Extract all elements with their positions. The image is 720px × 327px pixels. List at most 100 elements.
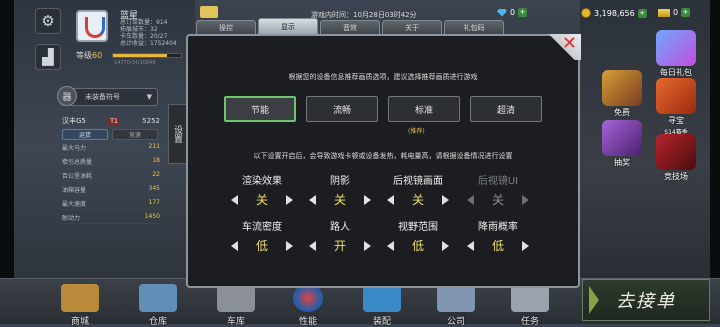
coin-resource: 3,198,656 + [581, 8, 647, 18]
level-text: 等级 [76, 51, 92, 60]
coin-value: 3,198,656 [594, 8, 635, 18]
nav-label: 仓库 [148, 317, 167, 327]
arrow-left-icon[interactable] [309, 194, 316, 205]
arrow-right-icon[interactable] [442, 240, 449, 251]
treasure-label: 寻宝 [668, 116, 684, 125]
performance-warning: 以下设置开启后，会导致游戏卡顿或设备发热，耗电量高，请根据设备情况进行设置 [253, 152, 513, 160]
level-label: 等级60 [76, 50, 102, 61]
nav-warehouse[interactable]: 仓库 [128, 284, 188, 327]
xp-bar [112, 53, 182, 58]
option-name: 后视镜UI [477, 176, 519, 187]
arrow-right-icon[interactable] [442, 194, 449, 205]
close-icon: ✕ [561, 33, 577, 54]
nav-shop[interactable]: 商城 [50, 284, 110, 327]
lottery-button[interactable]: 抽奖 [598, 120, 646, 168]
truck-tabs: 运货 竞速 [62, 129, 160, 140]
arrow-right-icon[interactable] [286, 240, 293, 251]
truck-stat-value: 1450 [144, 213, 160, 220]
tab-display[interactable]: 显示 [258, 18, 318, 34]
chevron-down-icon: ▼ [146, 93, 152, 101]
assembly-icon [363, 284, 401, 312]
gear-icon: ⚙ [41, 12, 55, 30]
option-name: 降雨概率 [478, 222, 518, 233]
tab-gift-code[interactable]: 礼包码 [444, 20, 504, 34]
settings-tabs: 操控 显示 音效 关于 礼包码 [196, 18, 504, 34]
arrow-left-icon[interactable] [231, 194, 238, 205]
arrow-right-icon[interactable] [286, 194, 293, 205]
arrow-right-icon[interactable] [364, 194, 371, 205]
truck-stat-value: 211 [148, 143, 160, 150]
treasure-chest-icon [656, 78, 696, 114]
nav-label: 商城 [70, 317, 89, 327]
option-value: 关 [491, 193, 504, 207]
arrow-right-icon[interactable] [522, 240, 529, 251]
truck-stat-value: 22 [152, 171, 160, 178]
arrow-right-icon [522, 194, 529, 205]
tab-sound[interactable]: 音效 [320, 20, 380, 34]
avatar[interactable] [76, 10, 108, 42]
add-gem-button[interactable]: + [518, 8, 528, 17]
gift-icon [656, 30, 696, 66]
preset-standard[interactable]: 标准 [388, 96, 460, 122]
arrow-left-icon[interactable] [467, 240, 474, 251]
arrow-left-icon[interactable] [231, 240, 238, 251]
screen-edge-left [0, 0, 14, 324]
tab-about[interactable]: 关于 [382, 20, 442, 34]
nav-company[interactable]: 公司 [426, 284, 486, 327]
nav-performance[interactable]: 性能 [278, 284, 338, 327]
arena-label: 竞技场 [664, 172, 688, 181]
quality-hint: 根据您的设备信息推荐画质选项，建议选择推荐画质进行游戏 [288, 73, 478, 81]
tab-race[interactable]: 竞速 [112, 129, 158, 140]
truck-info-panel: 汉丰G5 T1 5252 运货 竞速 最大马力 211 牵引总质量 18 百公里油耗… [62, 116, 160, 242]
mail-icon[interactable] [200, 6, 218, 18]
rank-button[interactable]: ▟ [35, 44, 61, 70]
option-value: 关 [333, 193, 346, 207]
treasure-button[interactable]: 寻宝 S14赛季 [652, 78, 700, 136]
go-order-button[interactable]: 去接单 [582, 279, 710, 321]
tab-controls[interactable]: 操控 [196, 20, 256, 34]
xp-text: 14770/34/10848 [114, 60, 156, 66]
arrow-left-icon[interactable] [387, 194, 394, 205]
preset-ultra[interactable]: 超清 [470, 96, 542, 122]
truck-stat-row: 最大马力 211 [62, 143, 160, 154]
option-value: 开 [333, 239, 346, 253]
screen-edge-right [710, 0, 720, 324]
preset-smooth[interactable]: 流畅 [306, 96, 378, 122]
truck-header: 汉丰G5 T1 5252 [62, 116, 160, 126]
shop-basket-icon [61, 284, 99, 312]
add-coin-button[interactable]: + [637, 8, 647, 18]
nav-garage[interactable]: 车库 [206, 284, 266, 327]
level-value: 60 [92, 51, 103, 60]
game-time: 游戏内时间：10月28日03时42分 [311, 11, 417, 19]
truck-stat-label: 百公里油耗 [62, 173, 93, 180]
podium-icon: ▟ [42, 48, 54, 66]
arena-icon [656, 134, 696, 170]
add-gold-button[interactable]: + [681, 8, 691, 17]
truck-stat-label: 油箱容量 [62, 187, 87, 194]
truck-stat-value: 345 [148, 185, 160, 192]
daily-gift-button[interactable]: 每日礼包 [652, 30, 700, 78]
free-button[interactable]: 免费 [598, 70, 646, 118]
arrow-left-icon[interactable] [309, 240, 316, 251]
truck-stat-row: 牵引总质量 18 [62, 157, 160, 168]
player-stat: 拓展城市：32 [120, 26, 158, 33]
coin-icon [581, 8, 591, 18]
tab-cargo[interactable]: 运货 [62, 129, 108, 140]
option-value: 关 [255, 193, 268, 207]
player-profile[interactable]: 蓝星 总订单数量：914 拓展城市：32 卡车数量：20/27 总计收益：175… [72, 6, 192, 66]
performance-icon [293, 284, 323, 312]
warehouse-badge-icon: 器 [57, 86, 77, 106]
preset-power-save[interactable]: 节能 [224, 96, 296, 122]
close-button[interactable]: ✕ [543, 33, 581, 60]
option-view-distance: 视野范围 低 [372, 218, 464, 254]
nav-label: 装配 [372, 317, 391, 327]
arrow-left-icon[interactable] [387, 240, 394, 251]
nav-task[interactable]: 任务 [500, 284, 560, 327]
option-name: 后视镜画面 [393, 176, 443, 187]
settings-button[interactable]: ⚙ [35, 8, 61, 34]
truck-stat-row: 最大速度 177 [62, 199, 160, 210]
arena-button[interactable]: 竞技场 [652, 134, 700, 182]
nav-assembly[interactable]: 装配 [352, 284, 412, 327]
truck-stat-value: 177 [148, 199, 160, 206]
arrow-right-icon[interactable] [364, 240, 371, 251]
